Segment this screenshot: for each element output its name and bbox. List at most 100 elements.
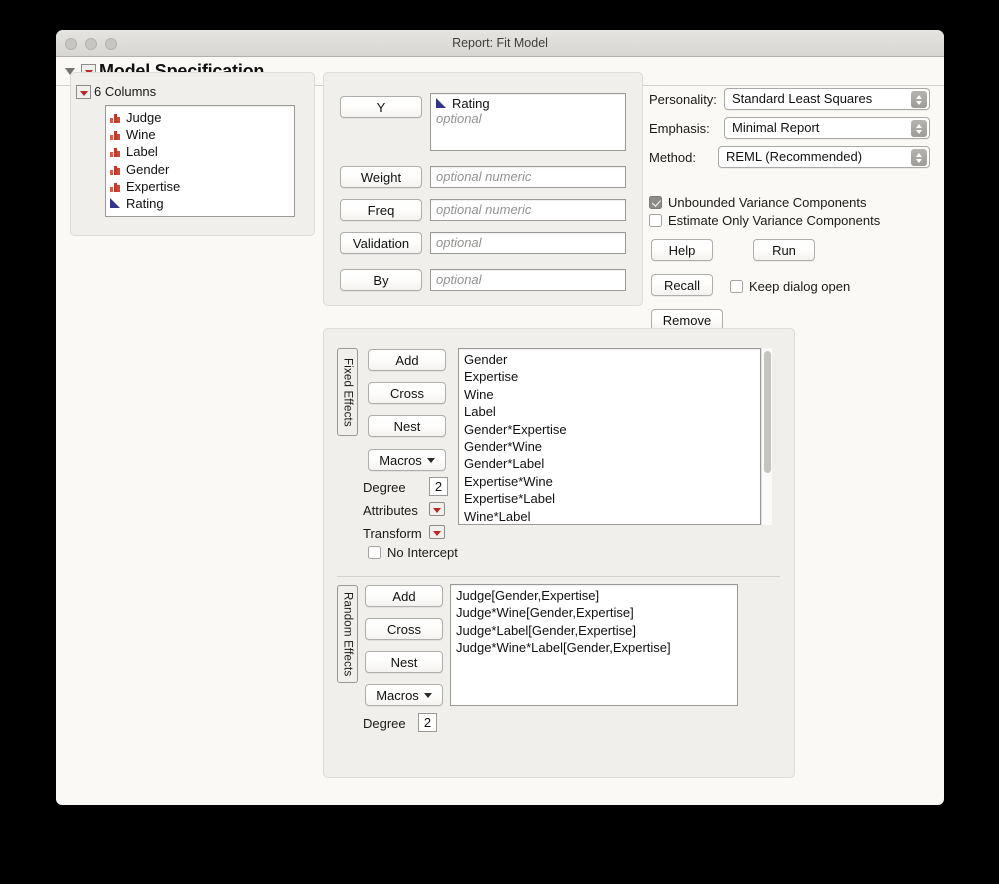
random-nest-button[interactable]: Nest [365, 651, 443, 673]
role-field-freq[interactable]: optional numeric [430, 199, 626, 221]
list-item[interactable]: Gender*Expertise [464, 422, 760, 439]
list-item[interactable]: Wine*Label [464, 509, 760, 524]
role-button-validation[interactable]: Validation [340, 232, 422, 254]
random-effects-tab-label: Random Effects [341, 591, 354, 677]
role-button-by[interactable]: By [340, 269, 422, 291]
chevron-down-icon [423, 692, 432, 698]
list-item[interactable]: Label [464, 404, 760, 421]
construct-model-effects-panel: Fixed Effects Add Cross Nest Macros Degr… [323, 328, 795, 778]
fixed-add-button[interactable]: Add [368, 349, 446, 371]
help-button[interactable]: Help [651, 239, 713, 261]
attributes-red-triangle-icon[interactable] [429, 502, 445, 516]
list-item[interactable]: Gender*Label [464, 456, 760, 473]
keep-dialog-open-label: Keep dialog open [749, 279, 851, 294]
column-label: Wine [126, 127, 156, 143]
no-intercept-checkbox[interactable] [368, 546, 381, 559]
nominal-icon [110, 112, 122, 124]
fixed-effects-scrollbar[interactable] [761, 348, 772, 525]
fixed-degree-input[interactable]: 2 [429, 477, 448, 496]
nominal-icon [110, 129, 122, 141]
list-item[interactable]: Expertise*Label [464, 491, 760, 508]
role-button-y[interactable]: Y [340, 96, 422, 118]
fixed-effects-tab-label: Fixed Effects [341, 357, 354, 427]
role-field-weight[interactable]: optional numeric [430, 166, 626, 188]
run-button[interactable]: Run [753, 239, 815, 261]
random-add-button[interactable]: Add [365, 585, 443, 607]
role-button-freq[interactable]: Freq [340, 199, 422, 221]
method-select[interactable]: REML (Recommended) [718, 146, 930, 168]
columns-listbox[interactable]: Judge Wine Label Gender Expertise Rating [105, 105, 295, 217]
random-degree-input[interactable]: 2 [418, 713, 437, 732]
no-intercept-label: No Intercept [387, 545, 458, 560]
column-label: Gender [126, 161, 170, 177]
list-item[interactable]: Expertise [110, 178, 294, 195]
minimize-button[interactable] [85, 38, 97, 50]
list-item[interactable]: Judge [110, 109, 294, 126]
method-value: REML (Recommended) [726, 149, 863, 164]
keep-dialog-open-checkbox[interactable] [730, 280, 743, 293]
emphasis-label: Emphasis: [649, 121, 710, 136]
unbounded-variance-components-checkbox[interactable] [649, 196, 662, 209]
transform-red-triangle-icon[interactable] [429, 525, 445, 539]
keep-dialog-open-checkbox-row[interactable]: Keep dialog open [730, 279, 850, 294]
role-field-by[interactable]: optional [430, 269, 626, 291]
list-item[interactable]: Rating [110, 195, 294, 212]
pick-role-variables-panel: Y Rating optional Weight optional numeri… [323, 72, 643, 306]
chevron-updown-icon[interactable] [911, 91, 927, 108]
list-item[interactable]: Judge*Wine*Label[Gender,Expertise] [456, 640, 737, 657]
columns-red-triangle-icon[interactable] [76, 85, 91, 99]
column-label: Label [126, 144, 158, 160]
random-macros-button[interactable]: Macros [365, 684, 443, 706]
close-button[interactable] [65, 38, 77, 50]
fixed-degree-label: Degree [363, 480, 406, 495]
role-button-weight[interactable]: Weight [340, 166, 422, 188]
role-field-validation[interactable]: optional [430, 232, 626, 254]
window-titlebar: Report: Fit Model [56, 30, 944, 57]
random-effects-tab[interactable]: Random Effects [337, 585, 358, 683]
no-intercept-checkbox-row[interactable]: No Intercept [368, 545, 458, 560]
zoom-button[interactable] [105, 38, 117, 50]
fixed-macros-button[interactable]: Macros [368, 449, 446, 471]
list-item[interactable]: Expertise*Wine [464, 474, 760, 491]
window-title: Report: Fit Model [452, 36, 548, 50]
chevron-updown-icon[interactable] [911, 149, 927, 166]
list-item[interactable]: Gender [110, 161, 294, 178]
columns-count-label: 6 Columns [94, 84, 157, 99]
fixed-nest-button[interactable]: Nest [368, 415, 446, 437]
estimate-only-variance-components-checkbox-row[interactable]: Estimate Only Variance Components [649, 213, 880, 228]
fixed-effects-scrollbar-thumb[interactable] [764, 351, 771, 473]
role-value-label: Rating [452, 96, 490, 111]
unbounded-variance-components-label: Unbounded Variance Components [668, 195, 867, 210]
list-item[interactable]: Label [110, 143, 294, 160]
list-item[interactable]: Judge*Label[Gender,Expertise] [456, 623, 737, 640]
nominal-icon [110, 181, 122, 192]
personality-label: Personality: [649, 92, 717, 107]
random-effects-listbox[interactable]: Judge[Gender,Expertise] Judge*Wine[Gende… [450, 584, 738, 706]
list-item[interactable]: Judge[Gender,Expertise] [456, 588, 737, 605]
chevron-updown-icon[interactable] [911, 120, 927, 137]
list-item[interactable]: Judge*Wine[Gender,Expertise] [456, 605, 737, 622]
random-cross-button[interactable]: Cross [365, 618, 443, 640]
list-item[interactable]: Gender*Wine [464, 439, 760, 456]
role-value-y: Rating [436, 96, 620, 111]
emphasis-select[interactable]: Minimal Report [724, 117, 930, 139]
list-item[interactable]: Gender [464, 352, 760, 369]
list-item[interactable]: Expertise [464, 369, 760, 386]
recall-button[interactable]: Recall [651, 274, 713, 296]
role-field-y[interactable]: Rating optional [430, 93, 626, 151]
personality-select[interactable]: Standard Least Squares [724, 88, 930, 110]
fit-model-window: Report: Fit Model Model Specification Se… [56, 30, 944, 805]
list-item[interactable]: Wine [464, 387, 760, 404]
effects-divider [337, 576, 780, 577]
unbounded-variance-components-checkbox-row[interactable]: Unbounded Variance Components [649, 195, 867, 210]
chevron-down-icon [426, 457, 435, 463]
fixed-cross-button[interactable]: Cross [368, 382, 446, 404]
estimate-only-variance-components-checkbox[interactable] [649, 214, 662, 227]
fixed-attributes-label: Attributes [363, 503, 418, 518]
list-item[interactable]: Wine [110, 126, 294, 143]
emphasis-value: Minimal Report [732, 120, 820, 135]
fixed-effects-listbox[interactable]: Gender Expertise Wine Label Gender*Exper… [458, 348, 761, 525]
fixed-macros-label: Macros [379, 452, 422, 468]
fixed-effects-tab[interactable]: Fixed Effects [337, 348, 358, 436]
random-degree-label: Degree [363, 716, 406, 731]
